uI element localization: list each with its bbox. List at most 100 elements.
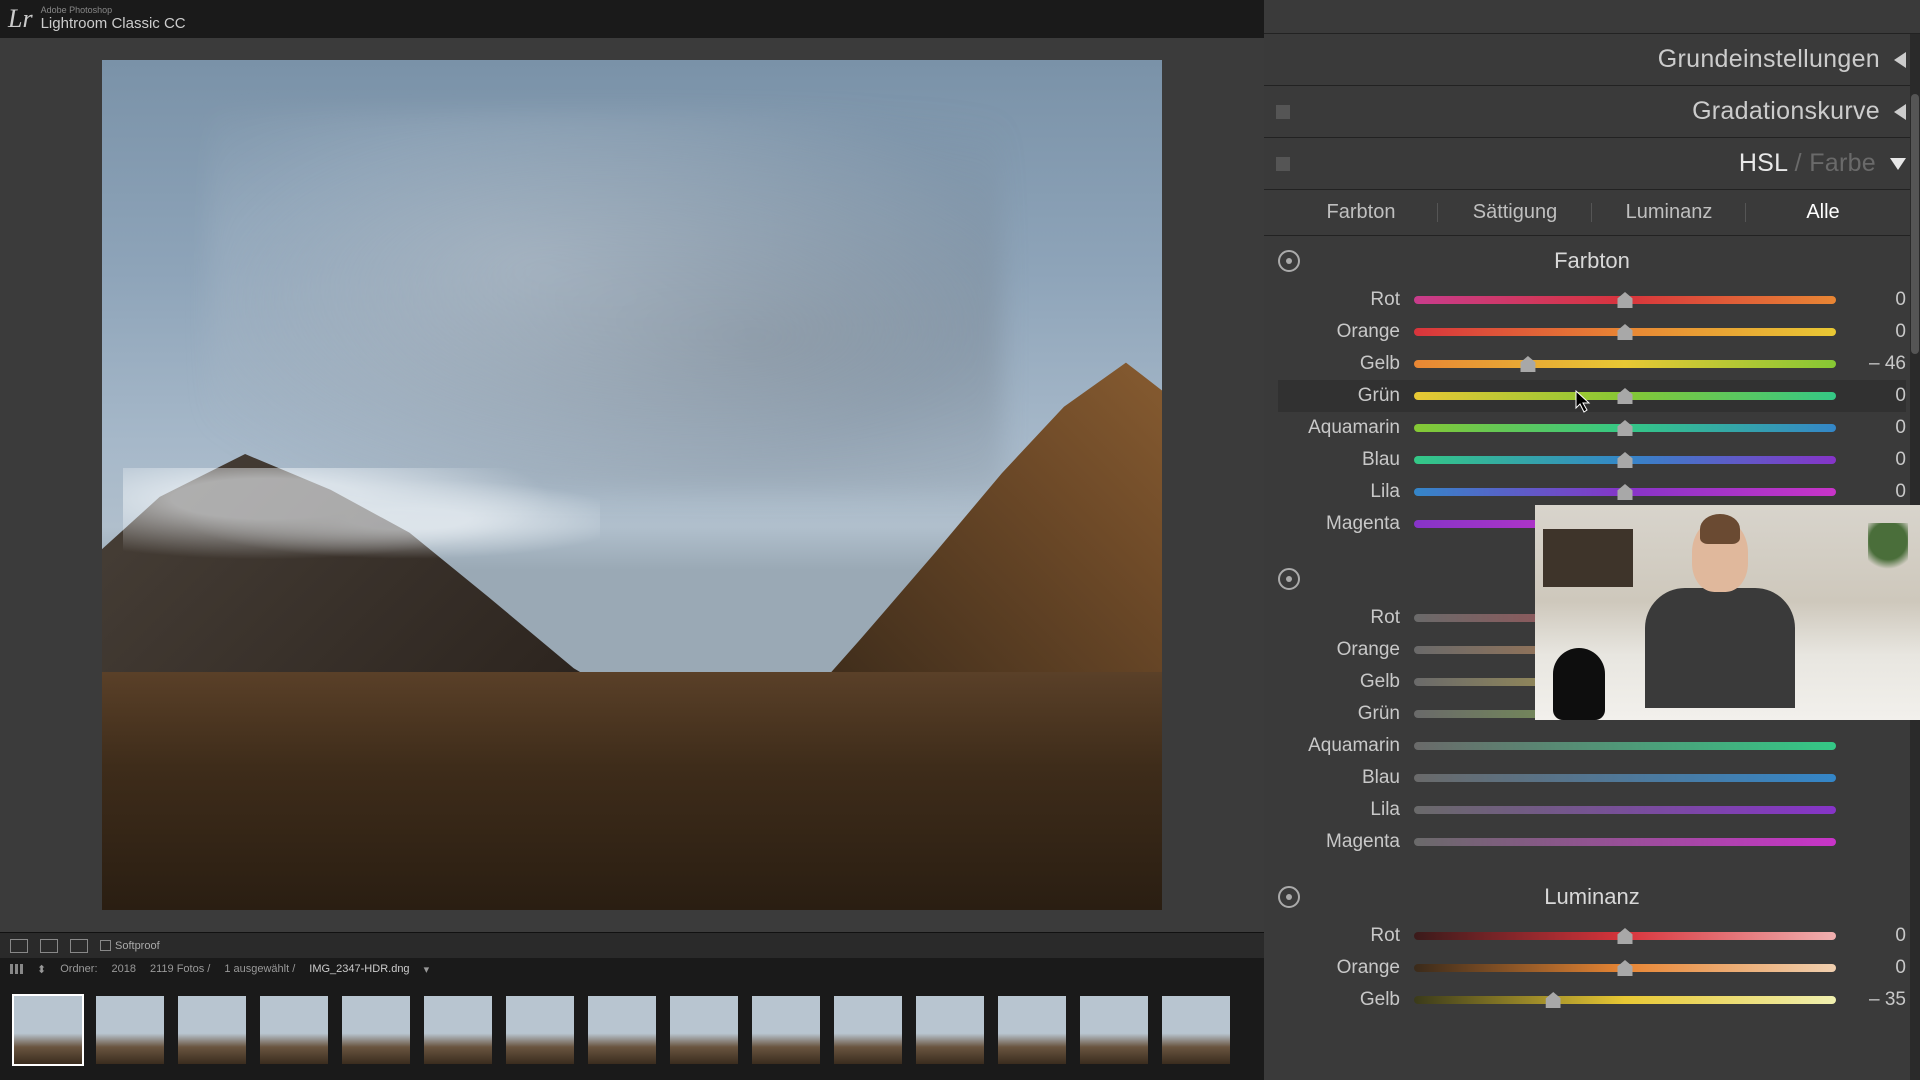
sat-blau-slider[interactable]: Blau: [1278, 762, 1906, 794]
spot-tool-icon[interactable]: [1336, 3, 1364, 31]
hue-orange-slider[interactable]: Orange 0: [1278, 316, 1906, 348]
slider-value[interactable]: – 35: [1850, 989, 1906, 1011]
slider-track[interactable]: [1414, 488, 1836, 496]
slider-handle[interactable]: [1618, 324, 1633, 340]
thumbnail[interactable]: [422, 994, 494, 1066]
slider-handle[interactable]: [1618, 292, 1633, 308]
radial-tool-icon[interactable]: [1492, 3, 1520, 31]
survey-icon[interactable]: [70, 939, 88, 953]
preview-area[interactable]: [0, 38, 1264, 932]
slider-track[interactable]: [1414, 806, 1836, 814]
slider-value[interactable]: 0: [1850, 417, 1906, 439]
lum-orange-slider[interactable]: Orange 0: [1278, 952, 1906, 984]
tab-saturation[interactable]: Sättigung: [1438, 193, 1592, 232]
hue-rot-slider[interactable]: Rot 0: [1278, 284, 1906, 316]
target-adjust-icon[interactable]: [1278, 886, 1300, 908]
lum-gelb-slider[interactable]: Gelb – 35: [1278, 984, 1906, 1016]
filmstrip-info: ⬍ Ordner: 2018 2119 Fotos / 1 ausgewählt…: [0, 958, 1264, 980]
compare-icon[interactable]: [40, 939, 58, 953]
thumbnail[interactable]: [94, 994, 166, 1066]
grid-icon[interactable]: [10, 964, 23, 974]
slider-value[interactable]: – 46: [1850, 353, 1906, 375]
slider-track[interactable]: [1414, 424, 1836, 432]
slider-value[interactable]: 0: [1850, 481, 1906, 503]
slider-track[interactable]: [1414, 456, 1836, 464]
expand-icon: [1890, 158, 1906, 170]
slider-handle[interactable]: [1618, 960, 1633, 976]
luminance-section: Luminanz Rot 0 Orange 0 Gelb – 35: [1264, 872, 1920, 1030]
slider-handle[interactable]: [1618, 928, 1633, 944]
main-photo: [102, 60, 1162, 910]
filmstrip[interactable]: [0, 980, 1264, 1080]
slider-track[interactable]: [1414, 328, 1836, 336]
scrollbar-thumb[interactable]: [1911, 94, 1919, 354]
slider-value[interactable]: 0: [1850, 449, 1906, 471]
slider-handle[interactable]: [1618, 452, 1633, 468]
title-bar: Lr Adobe Photoshop Lightroom Classic CC: [0, 0, 1264, 38]
hsl-tabs: Farbton Sättigung Luminanz Alle: [1264, 190, 1920, 236]
slider-track[interactable]: [1414, 392, 1836, 400]
slider-track[interactable]: [1414, 296, 1836, 304]
slider-track[interactable]: [1414, 774, 1836, 782]
slider-track[interactable]: [1414, 742, 1836, 750]
thumbnail[interactable]: [258, 994, 330, 1066]
brush-tool-icon[interactable]: [1544, 3, 1572, 31]
slider-handle[interactable]: [1546, 992, 1561, 1008]
thumbnail[interactable]: [340, 994, 412, 1066]
slider-track[interactable]: [1414, 932, 1836, 940]
app-vendor: Adobe Photoshop: [41, 6, 186, 16]
target-adjust-icon[interactable]: [1278, 568, 1300, 590]
target-adjust-icon[interactable]: [1278, 250, 1300, 272]
app-name: Lightroom Classic CC: [41, 15, 186, 32]
slider-handle[interactable]: [1520, 356, 1535, 372]
thumbnail[interactable]: [1078, 994, 1150, 1066]
slider-handle[interactable]: [1618, 388, 1633, 404]
slider-handle[interactable]: [1618, 484, 1633, 500]
slider-value[interactable]: 0: [1850, 957, 1906, 979]
basic-panel-header[interactable]: Grundeinstellungen: [1264, 34, 1920, 86]
panel-toggle-icon[interactable]: [1276, 157, 1290, 171]
slider-value[interactable]: 0: [1850, 321, 1906, 343]
sat-lila-slider[interactable]: Lila: [1278, 794, 1906, 826]
softproof-toggle[interactable]: Softproof: [100, 940, 160, 952]
gradient-tool-icon[interactable]: [1440, 3, 1468, 31]
thumbnail[interactable]: [586, 994, 658, 1066]
thumbnail[interactable]: [832, 994, 904, 1066]
collapse-icon: [1894, 104, 1906, 120]
tonecurve-panel-header[interactable]: Gradationskurve: [1264, 86, 1920, 138]
tab-hue[interactable]: Farbton: [1284, 193, 1438, 232]
slider-track[interactable]: [1414, 360, 1836, 368]
loupe-toolbar: Softproof: [0, 932, 1264, 958]
sat-magenta-slider[interactable]: Magenta: [1278, 826, 1906, 858]
tab-all[interactable]: Alle: [1746, 193, 1900, 232]
thumbnail[interactable]: [914, 994, 986, 1066]
thumbnail[interactable]: [996, 994, 1068, 1066]
sat-aqua-slider[interactable]: Aquamarin: [1278, 730, 1906, 762]
thumbnail[interactable]: [176, 994, 248, 1066]
filter-icon[interactable]: ⬍: [37, 963, 46, 976]
thumbnail[interactable]: [12, 994, 84, 1066]
hue-gelb-slider[interactable]: Gelb – 46: [1278, 348, 1906, 380]
hue-aqua-slider[interactable]: Aquamarin 0: [1278, 412, 1906, 444]
thumbnail[interactable]: [1160, 994, 1232, 1066]
hsl-panel-header[interactable]: HSL / Farbe: [1264, 138, 1920, 190]
slider-value[interactable]: 0: [1850, 289, 1906, 311]
slider-track[interactable]: [1414, 964, 1836, 972]
tab-luminance[interactable]: Luminanz: [1592, 193, 1746, 232]
slider-value[interactable]: 0: [1850, 925, 1906, 947]
slider-track[interactable]: [1414, 996, 1836, 1004]
thumbnail[interactable]: [668, 994, 740, 1066]
crop-tool-icon[interactable]: [1284, 3, 1312, 31]
slider-handle[interactable]: [1618, 420, 1633, 436]
slider-value[interactable]: 0: [1850, 385, 1906, 407]
panel-toggle-icon[interactable]: [1276, 105, 1290, 119]
hue-gruen-slider[interactable]: Grün 0: [1278, 380, 1906, 412]
thumbnail[interactable]: [750, 994, 822, 1066]
lum-rot-slider[interactable]: Rot 0: [1278, 920, 1906, 952]
view-mode-icon[interactable]: [10, 939, 28, 953]
thumbnail[interactable]: [504, 994, 576, 1066]
hue-blau-slider[interactable]: Blau 0: [1278, 444, 1906, 476]
hue-lila-slider[interactable]: Lila 0: [1278, 476, 1906, 508]
slider-track[interactable]: [1414, 838, 1836, 846]
redeye-tool-icon[interactable]: [1388, 3, 1416, 31]
